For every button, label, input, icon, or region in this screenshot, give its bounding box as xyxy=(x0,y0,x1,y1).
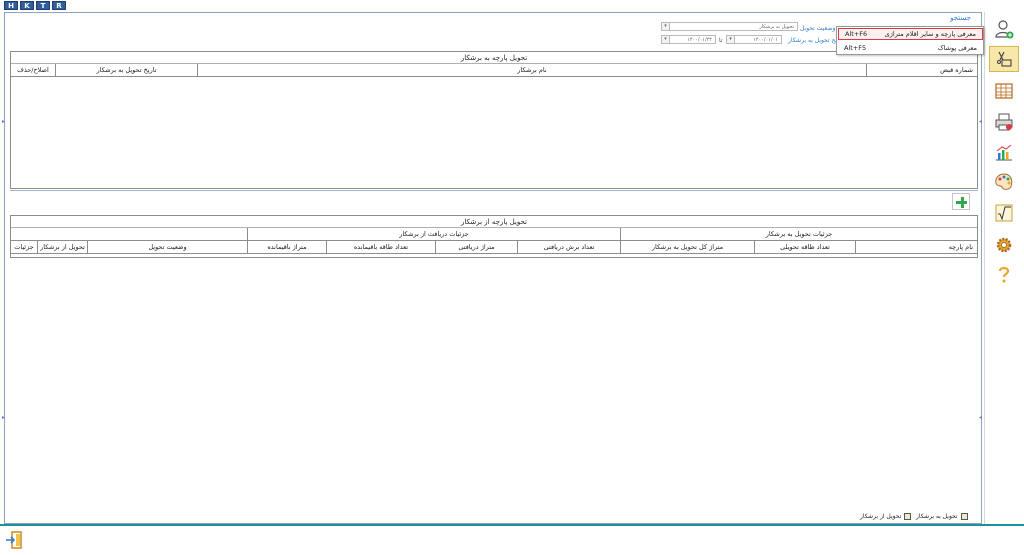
delivery-to-cutter-grid: تحویل پارچه به برشکار اصلاح/حذف تاریخ تح… xyxy=(10,51,978,189)
col-edit-delete[interactable]: اصلاح/حذف xyxy=(11,64,55,76)
legend-item-delivery-from: تحویل از برشکار xyxy=(860,513,912,520)
col-receipt-number[interactable]: شماره قبض xyxy=(866,64,977,76)
tailor-tools-icon xyxy=(997,51,1012,67)
menu-shortcut-1: Alt+F6 xyxy=(845,30,868,38)
palette-icon xyxy=(995,173,1013,190)
col-received-cuts[interactable]: تعداد برش دریافتی xyxy=(517,241,620,253)
context-menu: Alt+F6 معرفی پارچه و سایر اقلام متراژی A… xyxy=(836,26,984,55)
delivery-from-cutter-grid: تحویل پارچه از برشکار جزئیات دریافت از ب… xyxy=(10,215,978,258)
tab-h[interactable]: H xyxy=(4,1,18,10)
right-toolbar xyxy=(984,12,1022,524)
menu-item-introduce-clothing[interactable]: Alt+F5 معرفی پوشاک xyxy=(838,42,983,54)
help-icon xyxy=(998,266,1010,283)
add-user-button[interactable] xyxy=(989,16,1019,42)
printer-icon xyxy=(995,113,1013,131)
date-from-field[interactable]: ▾ ۱۴۰۰/۰۱/۰۱ xyxy=(726,35,782,44)
col-fabric-name[interactable]: نام پارچه xyxy=(855,241,977,253)
right-collapse-arrow-icon-2[interactable]: ◂ xyxy=(979,414,983,422)
menu-shortcut-2: Alt+F5 xyxy=(844,44,867,52)
menu-item-introduce-fabric[interactable]: Alt+F6 معرفی پارچه و سایر اقلام متراژی xyxy=(838,28,983,40)
grid-group-row: جزئیات دریافت از برشکار جزئیات تحویل به … xyxy=(11,228,977,241)
chart-button[interactable] xyxy=(989,139,1019,165)
grid-title-2: تحویل پارچه از برشکار xyxy=(11,216,977,228)
left-collapse-arrow-icon-2[interactable]: ▸ xyxy=(2,414,6,422)
table-button[interactable] xyxy=(989,78,1019,104)
date-separator: تا xyxy=(719,37,723,44)
palette-button[interactable] xyxy=(989,169,1019,195)
left-collapse-arrow-icon[interactable]: ▸ xyxy=(2,118,6,126)
chevron-down-icon[interactable]: ▾ xyxy=(662,23,670,30)
status-select[interactable]: ▾ تحویل به برشکار xyxy=(661,22,798,31)
formula-icon xyxy=(995,204,1013,222)
gear-icon xyxy=(996,237,1012,253)
grid-header-row: اصلاح/حذف تاریخ تحویل به برشکار نام برشک… xyxy=(11,64,977,77)
calendar-dropdown-icon-2[interactable]: ▾ xyxy=(662,36,670,43)
date-to-field[interactable]: ▾ ۱۴۰۰/۰۱/۲۴ xyxy=(661,35,716,44)
col-cutter-name[interactable]: نام برشکار xyxy=(197,64,866,76)
search-label[interactable]: جستجو xyxy=(950,14,971,22)
tab-k[interactable]: K xyxy=(20,1,34,10)
group-delivery-details: جزئیات تحویل به برشکار xyxy=(620,228,977,240)
group-received-details: جزئیات دریافت از برشکار xyxy=(247,228,620,240)
grid-header-row-2: جزئیات تحویل از برشکار وضعیت تحویل متراژ… xyxy=(11,241,977,254)
col-received-meterage[interactable]: متراژ دریافتی xyxy=(435,241,517,253)
bottom-separator xyxy=(0,524,1024,526)
status-select-value: تحویل به برشکار xyxy=(759,24,794,30)
col-delivery-date[interactable]: تاریخ تحویل به برشکار xyxy=(55,64,197,76)
legend-swatch-2 xyxy=(904,513,912,520)
formula-button[interactable] xyxy=(989,200,1019,226)
legend-swatch-1 xyxy=(960,513,968,520)
legend-label-1: تحویل به برشکار xyxy=(916,513,958,520)
menu-label-1: معرفی پارچه و سایر اقلام متراژی xyxy=(884,30,976,38)
calendar-dropdown-icon[interactable]: ▾ xyxy=(727,36,735,43)
top-tab-bar: H K T R xyxy=(4,1,66,11)
table-icon xyxy=(995,83,1013,99)
tab-r[interactable]: R xyxy=(52,1,66,10)
add-user-icon xyxy=(995,20,1014,39)
help-button[interactable] xyxy=(989,262,1019,288)
status-label: وضعیت تحویل xyxy=(800,25,836,32)
col-delivered-rolls[interactable]: تعداد طاقه تحویلی xyxy=(754,241,855,253)
section-divider xyxy=(10,190,978,191)
exit-door-icon xyxy=(6,531,22,549)
col-details[interactable]: جزئیات xyxy=(11,241,37,253)
grid-title: تحویل پارچه به برشکار xyxy=(11,52,977,64)
col-remaining-rolls[interactable]: تعداد طاقه باقیمانده xyxy=(326,241,435,253)
col-delivery-status[interactable]: وضعیت تحویل xyxy=(87,241,247,253)
date-to-value: ۱۴۰۰/۰۱/۲۴ xyxy=(687,37,712,43)
menu-label-2: معرفی پوشاک xyxy=(937,44,977,52)
col-remaining-meterage[interactable]: متراژ باقیمانده xyxy=(247,241,326,253)
group-empty xyxy=(11,228,247,240)
col-total-delivered-meterage[interactable]: متراژ کل تحویل به برشکار xyxy=(620,241,754,253)
right-collapse-arrow-icon[interactable]: ◂ xyxy=(979,118,983,126)
add-button[interactable] xyxy=(952,193,970,210)
settings-button[interactable] xyxy=(989,232,1019,258)
date-from-value: ۱۴۰۰/۰۱/۰۱ xyxy=(753,37,778,43)
exit-button[interactable] xyxy=(4,530,24,550)
col-delivery-from-cutter[interactable]: تحویل از برشکار xyxy=(37,241,87,253)
tab-t[interactable]: T xyxy=(36,1,50,10)
tailor-tools-button[interactable] xyxy=(989,46,1019,72)
chart-icon xyxy=(996,144,1012,161)
legend-label-2: تحویل از برشکار xyxy=(860,513,902,520)
legend-item-delivery-to: تحویل به برشکار xyxy=(916,513,968,520)
printer-button[interactable] xyxy=(989,109,1019,135)
